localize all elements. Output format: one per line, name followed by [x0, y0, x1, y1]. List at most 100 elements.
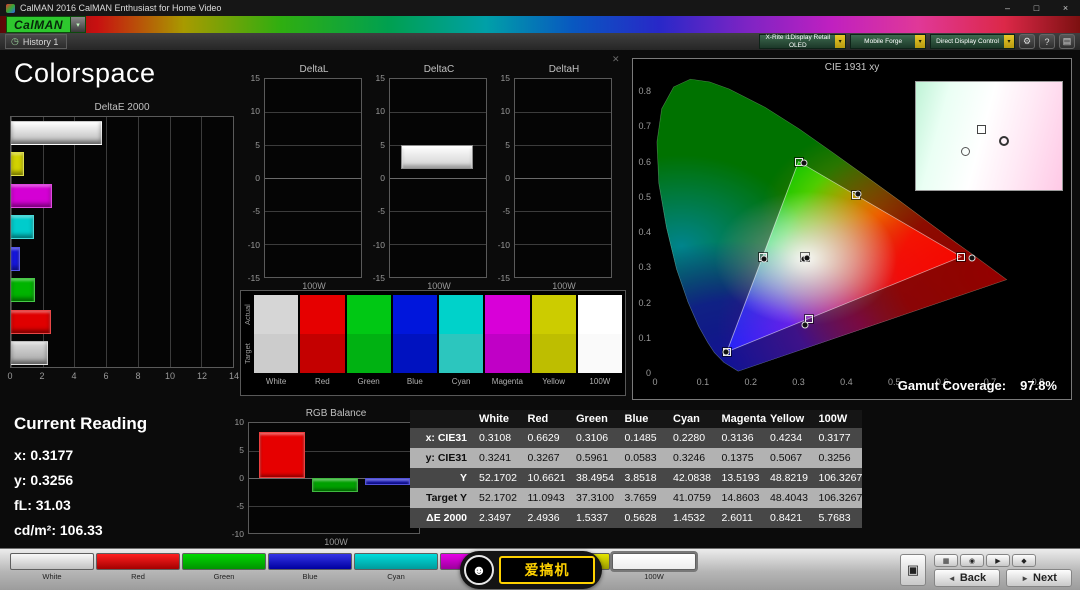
pattern-window-button[interactable]: ▣: [900, 554, 926, 586]
axis-tick-label: 0: [652, 377, 657, 387]
close-button[interactable]: ×: [1051, 0, 1080, 16]
gridline: [265, 178, 361, 179]
display-dropdown[interactable]: Direct Display Control ▾: [930, 34, 1015, 49]
source-dropdown-arrow-icon[interactable]: ▾: [915, 35, 925, 48]
swatch-columns: WhiteRedGreenBlueCyanMagentaYellow100W: [254, 291, 625, 395]
axis-tick-label: 0.1: [697, 377, 710, 387]
bottom-bar: ☻ 爱搞机 ▣ ▦ ◉ ▶ ◆ ◄ Back ► Next WhiteRedGr…: [0, 548, 1080, 590]
next-button[interactable]: ► Next: [1006, 569, 1072, 587]
source-dropdown-label: Mobile Forge: [851, 35, 915, 48]
settings-button[interactable]: ⚙: [1019, 34, 1035, 49]
delta-chart-title: DeltaL: [264, 64, 364, 76]
actual-swatch: [254, 295, 298, 334]
axis-tick-label: 0: [240, 173, 260, 183]
actual-swatch: [393, 295, 437, 334]
target-swatch: [393, 334, 437, 373]
actual-swatch: [532, 295, 576, 334]
delta-chart-deltac: DeltaC151050-5-10-15100W: [365, 64, 489, 291]
axis-tick-label: 10: [224, 417, 244, 427]
help-button[interactable]: ?: [1039, 34, 1055, 49]
pattern-button-blue[interactable]: Blue: [268, 553, 352, 586]
delta-chart-plot: [389, 78, 487, 278]
pattern-button-100w[interactable]: 100W: [612, 553, 696, 586]
table-cell: 48.8219: [765, 468, 814, 488]
table-cell: 3.7659: [620, 488, 669, 508]
axis-tick-label: 0.6: [638, 157, 651, 167]
row-label: Y: [410, 468, 474, 488]
pattern-button-cyan[interactable]: Cyan: [354, 553, 438, 586]
maximize-button[interactable]: □: [1022, 0, 1051, 16]
gridline: [249, 506, 419, 507]
table-cell: 0.3246: [668, 448, 717, 468]
measured-marker-green: [800, 159, 807, 166]
pattern-label: White: [10, 572, 94, 581]
meter-dropdown-arrow-icon[interactable]: ▾: [835, 35, 845, 48]
reading-fl: fL: 31.03: [14, 493, 147, 518]
gridline: [265, 112, 361, 113]
gridline: [390, 211, 486, 212]
help-icon: ?: [1044, 37, 1049, 47]
pattern-label: Red: [96, 572, 180, 581]
watermark-text: 爱搞机: [499, 556, 595, 584]
delta-chart-deltal: DeltaL151050-5-10-15100W: [240, 64, 364, 291]
table-cell: 37.3100: [571, 488, 620, 508]
delta-chart-title: DeltaC: [389, 64, 489, 76]
table-cell: 0.3267: [523, 448, 572, 468]
axis-tick-label: 0.1: [638, 333, 651, 343]
play-icon: ▶: [995, 557, 1000, 565]
swatch-comparison-panel: Actual Target WhiteRedGreenBlueCyanMagen…: [240, 290, 626, 396]
back-button[interactable]: ◄ Back: [934, 569, 1000, 587]
swatch-column-magenta: Magenta: [485, 295, 529, 395]
swatch-label: 100W: [578, 373, 622, 390]
pattern-button-red[interactable]: Red: [96, 553, 180, 586]
axis-tick-label: -5: [240, 206, 260, 216]
main-workspace: Colorspace DeltaE 2000 02468101214 ✕ Act…: [0, 50, 1080, 548]
delta-chart-wrap: 151050-5-10-15: [240, 78, 364, 278]
mini-grid-button[interactable]: ▦: [934, 554, 958, 567]
table-cell: 0.5067: [765, 448, 814, 468]
swatch-label: Green: [347, 373, 391, 390]
swatch-column-green: Green: [347, 295, 391, 395]
watermark: ☻ 爱搞机: [460, 551, 602, 589]
delta-chart-xlabel: 100W: [514, 281, 614, 291]
meter-dropdown[interactable]: X-Rite i1Display RetailOLED ▾: [759, 34, 846, 49]
window-title: CalMAN 2016 CalMAN Enthusiast for Home V…: [20, 3, 221, 13]
swatch-column-yellow: Yellow: [532, 295, 576, 395]
axis-tick-label: -10: [490, 240, 510, 250]
tab-history-1[interactable]: ◷ History 1: [5, 34, 67, 49]
axis-tick-label: 5: [365, 140, 385, 150]
axis-tick-label: 0: [490, 173, 510, 183]
actual-swatch: [578, 295, 622, 334]
table-cell: 14.8603: [717, 488, 766, 508]
table-cell: 41.0759: [668, 488, 717, 508]
display-dropdown-arrow-icon[interactable]: ▾: [1004, 35, 1014, 48]
panel-toggle-button[interactable]: ▤: [1059, 34, 1075, 49]
current-reading-title: Current Reading: [14, 414, 147, 434]
panel-icon: ▤: [1063, 36, 1072, 47]
pattern-button-green[interactable]: Green: [182, 553, 266, 586]
mini-marker-button[interactable]: ◆: [1012, 554, 1036, 567]
axis-tick-label: 10: [240, 106, 260, 116]
source-dropdown[interactable]: Mobile Forge ▾: [850, 34, 926, 49]
target-swatch: [300, 334, 344, 373]
logo-menu-button[interactable]: ▾: [70, 17, 85, 32]
axis-tick-label: 4: [71, 371, 76, 381]
rgb-plot: [248, 422, 420, 534]
gamut-coverage: Gamut Coverage: 97.8%: [898, 378, 1057, 393]
mini-target-button[interactable]: ◉: [960, 554, 984, 567]
swatch-column-white: White: [254, 295, 298, 395]
gridline: [515, 178, 611, 179]
table-cell: 38.4954: [571, 468, 620, 488]
mini-play-button[interactable]: ▶: [986, 554, 1010, 567]
pattern-button-white[interactable]: White: [10, 553, 94, 586]
reading-y: y: 0.3256: [14, 468, 147, 493]
delta-chart-title: DeltaH: [514, 64, 614, 76]
swatch-label: Cyan: [439, 373, 483, 390]
calman-logo[interactable]: CalMAN ▾: [6, 16, 86, 33]
pattern-swatch: [354, 553, 438, 570]
gridline: [515, 112, 611, 113]
deltae-bar-red: [11, 310, 51, 334]
minimize-button[interactable]: –: [993, 0, 1022, 16]
gridline: [265, 244, 361, 245]
deltae-bar-white: [11, 341, 48, 365]
